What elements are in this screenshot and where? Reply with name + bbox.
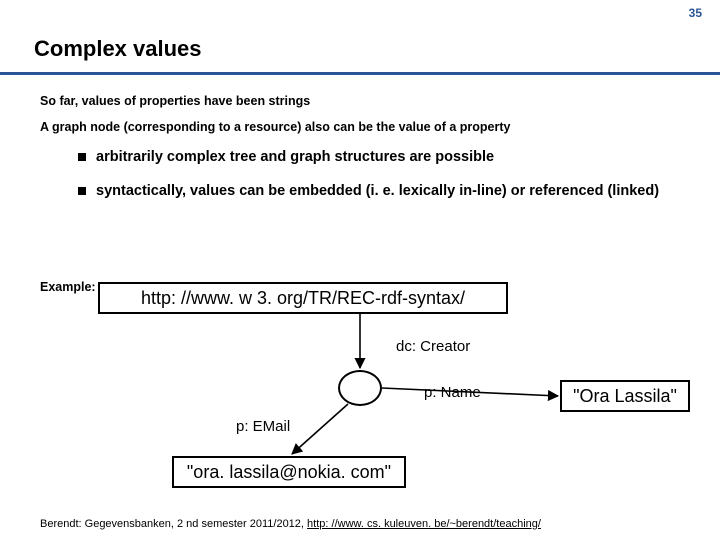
example-label: Example: — [40, 280, 96, 294]
edge-label-creator: dc: Creator — [396, 338, 470, 355]
footer: Berendt: Gegevensbanken, 2 nd semester 2… — [40, 518, 541, 530]
page-number: 35 — [689, 6, 702, 20]
diagram-blank-node — [338, 370, 382, 406]
diagram-email-value-box: "ora. lassila@nokia. com" — [172, 456, 406, 488]
title-divider — [0, 72, 720, 75]
footer-text: Berendt: Gegevensbanken, 2 nd semester 2… — [40, 518, 307, 530]
list-item: arbitrarily complex tree and graph struc… — [78, 148, 668, 168]
edge-label-name: p: Name — [424, 384, 481, 401]
bullet-square-icon — [78, 153, 86, 161]
slide: 35 Complex values So far, values of prop… — [0, 0, 720, 540]
bullet-square-icon — [78, 187, 86, 195]
edge-label-email: p: EMail — [236, 418, 290, 435]
list-item: syntactically, values can be embedded (i… — [78, 182, 668, 202]
intro-line-1: So far, values of properties have been s… — [40, 94, 310, 108]
bullet-list: arbitrarily complex tree and graph struc… — [78, 148, 668, 215]
diagram-name-value-box: "Ora Lassila" — [560, 380, 690, 412]
intro-line-2: A graph node (corresponding to a resourc… — [40, 120, 510, 134]
footer-link[interactable]: http: //www. cs. kuleuven. be/~berendt/t… — [307, 518, 541, 530]
diagram-root-uri-box: http: //www. w 3. org/TR/REC-rdf-syntax/ — [98, 282, 508, 314]
bullet-text: arbitrarily complex tree and graph struc… — [96, 148, 494, 168]
slide-title: Complex values — [34, 36, 202, 62]
bullet-text: syntactically, values can be embedded (i… — [96, 182, 659, 202]
